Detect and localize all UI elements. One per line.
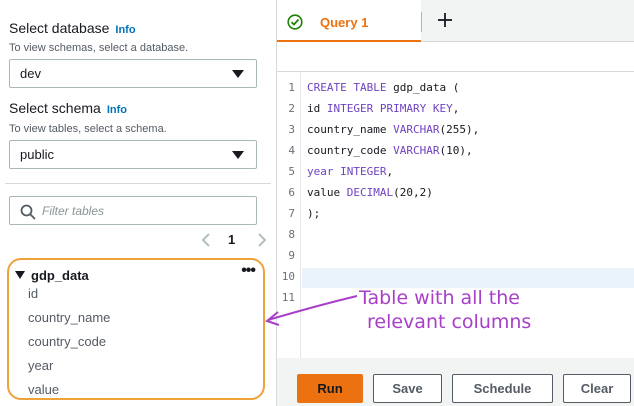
line-number: 7 [288,207,295,220]
schema-subtitle: To view tables, select a schema. [9,123,167,135]
schema-select[interactable]: public [9,140,257,169]
more-options-icon[interactable]: ••• [241,262,256,280]
action-bar: Run Save Schedule Clear [277,358,634,406]
schedule-button[interactable]: Schedule [452,374,553,403]
editor-pane: Query 1 1 2 3 4 5 6 7 8 9 10 11 CREATE TABLE gdp_d… [276,0,634,406]
annotation-line-1: Table with all the [359,287,520,309]
sql-keyword: VARCHAR [393,123,440,136]
sql-keyword: INTEGER PRIMARY KEY [326,102,453,115]
clear-button[interactable]: Clear [563,374,631,403]
annotation-line-2: relevant columns [367,311,532,333]
tab-query-1[interactable]: Query 1 [277,0,421,42]
filter-tables[interactable] [9,196,257,225]
schema-heading: Select schema Info [9,100,127,116]
line-number: 2 [288,102,295,115]
table-name: gdp_data [31,268,89,283]
column-item: year [28,358,54,373]
sql-keyword: year INTEGER [307,165,387,178]
schema-info-link[interactable]: Info [107,104,127,116]
save-button[interactable]: Save [373,374,442,403]
database-heading-label: Select database [9,20,110,36]
schema-select-value: public [20,147,54,162]
run-button[interactable]: Run [297,374,363,403]
code-line: CREATE TABLE gdp_data ( [307,81,460,94]
schema-heading-label: Select schema [9,100,101,116]
page-number[interactable]: 1 [228,232,235,247]
caret-down-icon [232,70,244,78]
active-line-highlight [302,268,634,288]
code-line: country_code VARCHAR(10), [307,144,473,157]
database-subtitle: To view schemas, select a database. [9,42,189,54]
sidebar-divider [5,183,271,184]
code-line: id INTEGER PRIMARY KEY, [307,102,460,115]
line-number: 8 [288,228,295,241]
editor-toolbar [277,42,634,72]
plus-icon[interactable] [435,10,455,30]
column-list: id country_name country_code year value [28,286,110,406]
pagination: 1 [196,230,276,250]
table-tree-item[interactable]: gdp_data [15,268,89,283]
code-line: value DECIMAL(20,2) [307,186,433,199]
chevron-left-icon[interactable] [200,232,212,248]
database-select[interactable]: dev [9,59,257,88]
tab-bar: Query 1 [277,0,634,42]
search-icon [20,204,36,220]
database-info-link[interactable]: Info [115,24,135,36]
line-number: 5 [288,165,295,178]
caret-down-icon[interactable] [15,271,25,279]
line-number: 1 [288,81,295,94]
column-item: id [28,286,39,301]
chevron-right-icon[interactable] [256,232,268,248]
filter-tables-input[interactable] [42,201,242,221]
column-item: country_code [28,334,107,349]
line-number: 4 [288,144,295,157]
tab-separator [421,12,422,32]
check-circle-icon [287,14,303,30]
line-number: 6 [288,186,295,199]
sql-keyword: VARCHAR [393,144,440,157]
sidebar: Select database Info To view schemas, sel… [0,0,276,406]
database-heading: Select database Info [9,20,136,36]
line-number: 3 [288,123,295,136]
table-tree-highlight: gdp_data ••• id country_name country_cod… [7,258,265,400]
line-number: 10 [281,270,295,283]
caret-down-icon [232,151,244,159]
tab-label: Query 1 [320,15,369,30]
code-line: year INTEGER, [307,165,394,178]
annotation-arrow [264,295,358,326]
line-number: 9 [288,249,295,262]
code-line: country_name VARCHAR(255), [307,123,480,136]
sql-keyword: CREATE TABLE [307,81,387,94]
column-item: value [28,382,60,397]
code-line: ); [307,207,321,220]
database-select-value: dev [20,66,41,81]
sql-keyword: DECIMAL [346,186,394,199]
column-item: country_name [28,310,111,325]
